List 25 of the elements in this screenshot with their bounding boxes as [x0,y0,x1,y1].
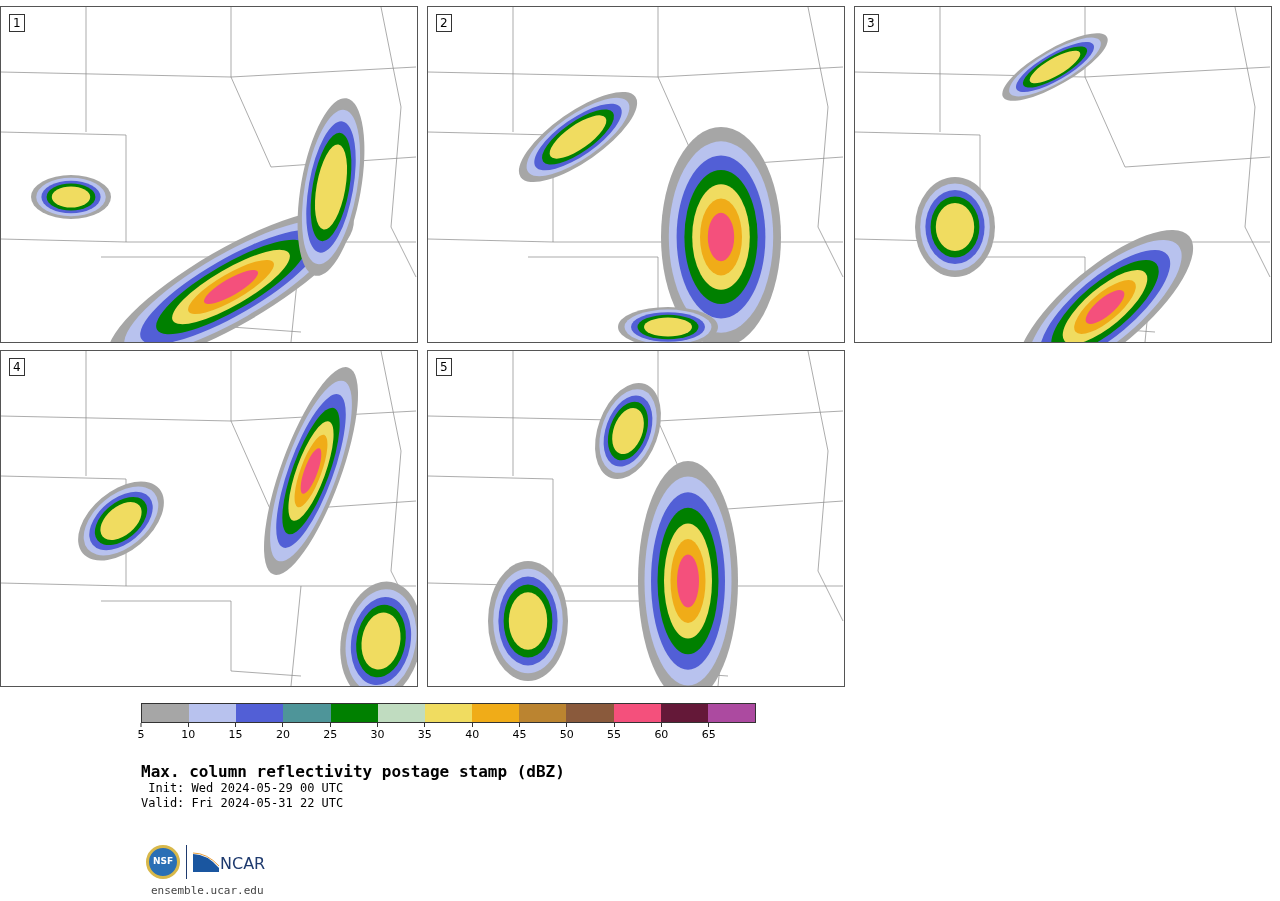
ncar-mark-icon [193,852,219,872]
panel-number: 1 [9,14,25,32]
chart-title: Max. column reflectivity postage stamp (dBZ) [141,763,566,781]
panel-number: 5 [436,358,452,376]
tick-label: 50 [559,728,574,741]
panel-number: 2 [436,14,452,32]
tick-label: 25 [323,728,338,741]
tick-label: 60 [654,728,669,741]
valid-time: Valid: Fri 2024-05-31 22 UTC [141,796,345,811]
tick-label: 65 [701,728,716,741]
tick-label: 45 [512,728,527,741]
tick-label: 35 [417,728,432,741]
panel-number: 3 [863,14,879,32]
tick-label: 20 [275,728,290,741]
tick-label: 55 [607,728,622,741]
website-text: ensemble.ucar.edu [151,883,265,899]
init-time: Init: Wed 2024-05-29 00 UTC [147,781,345,796]
tick-label: 5 [137,728,145,741]
tick-label: 30 [370,728,385,741]
tick-label: 15 [228,728,243,741]
tick-label: 40 [465,728,480,741]
nsf-logo: NSF [146,845,180,879]
tick-label: 10 [181,728,196,741]
ncar-logo-text: NCAR [220,856,266,872]
panel-number: 4 [9,358,25,376]
